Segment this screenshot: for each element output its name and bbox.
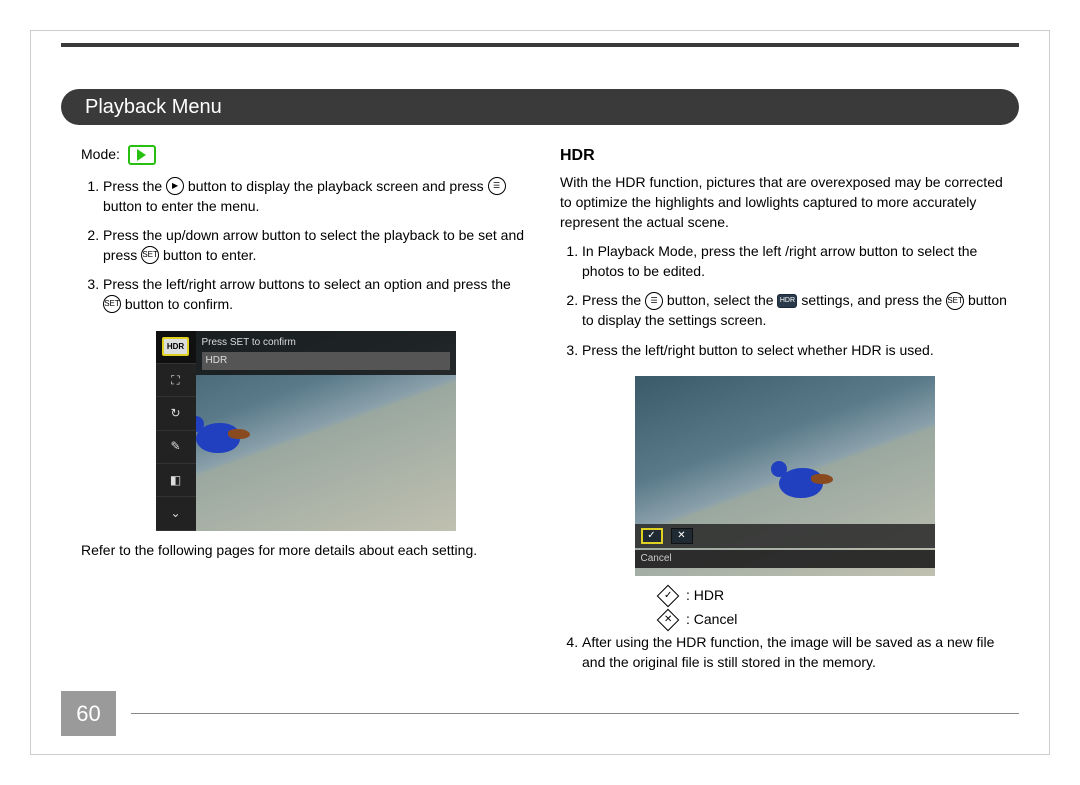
manual-page: Playback Menu Mode: Press the ▶ button t… <box>30 30 1050 755</box>
play-mode-icon <box>128 145 156 165</box>
right-steps-cont: After using the HDR function, the image … <box>560 633 1009 672</box>
page-number: 60 <box>61 691 116 736</box>
right-steps: In Playback Mode, press the left /right … <box>560 242 1009 360</box>
sidebar-item-adjust: ◧ <box>156 464 196 497</box>
sidebar-item-down: ⌄ <box>156 497 196 530</box>
text: Press the left/right arrow buttons to se… <box>103 276 511 292</box>
bird-illustration <box>196 423 240 453</box>
menu-button-icon: ☰ <box>645 292 663 310</box>
playback-menu-screenshot: HDR ⛶ ↻ ✎ ◧ ⌄ Press SET to confirm HDR <box>156 331 456 531</box>
set-button-icon: SET <box>141 246 159 264</box>
left-column: Mode: Press the ▶ button to display the … <box>81 145 530 684</box>
mode-row: Mode: <box>81 145 530 165</box>
confirm-text: Press SET to confirm <box>202 336 450 350</box>
text: button to confirm. <box>125 296 233 312</box>
footer-rule <box>131 713 1019 714</box>
left-step-2: Press the up/down arrow button to select… <box>103 226 530 265</box>
legend-cancel-label: : Cancel <box>686 610 737 630</box>
text: button to display the playback screen an… <box>188 178 488 194</box>
menu-sidebar: HDR ⛶ ↻ ✎ ◧ ⌄ <box>156 331 196 531</box>
hdr-select-screenshot: ✓ ✕ Cancel <box>635 376 935 576</box>
refer-text: Refer to the following pages for more de… <box>81 541 530 561</box>
hdr-badge: HDR <box>162 337 189 356</box>
option-bar: ✓ ✕ <box>635 524 935 548</box>
hdr-intro: With the HDR function, pictures that are… <box>560 173 1009 232</box>
cancel-label: Cancel <box>635 550 935 568</box>
content-columns: Mode: Press the ▶ button to display the … <box>81 145 1009 684</box>
option-cancel-x-icon: ✕ <box>671 528 693 544</box>
menu-button-icon: ☰ <box>488 177 506 195</box>
right-column: HDR With the HDR function, pictures that… <box>560 145 1009 684</box>
mode-label: Mode: <box>81 145 120 165</box>
legend-hdr: ✓ : HDR <box>660 586 1009 606</box>
sidebar-item-rotate: ↻ <box>156 397 196 430</box>
playback-button-icon: ▶ <box>166 177 184 195</box>
right-step-1: In Playback Mode, press the left /right … <box>582 242 1009 281</box>
x-diamond-icon: ✕ <box>657 608 680 631</box>
confirm-strip: Press SET to confirm HDR <box>196 331 456 375</box>
hdr-heading: HDR <box>560 145 1009 167</box>
legend-hdr-label: : HDR <box>686 586 724 606</box>
set-button-icon: SET <box>946 292 964 310</box>
check-diamond-icon: ✓ <box>657 585 680 608</box>
text: button, select the <box>667 292 778 308</box>
right-step-2: Press the ☰ button, select the HDR setti… <box>582 291 1009 330</box>
text: Press the <box>103 178 166 194</box>
left-steps: Press the ▶ button to display the playba… <box>81 177 530 315</box>
left-step-1: Press the ▶ button to display the playba… <box>103 177 530 216</box>
left-step-3: Press the left/right arrow buttons to se… <box>103 275 530 314</box>
top-rule <box>61 43 1019 47</box>
hdr-setting-icon: HDR <box>777 294 797 308</box>
text: button to enter. <box>163 247 256 263</box>
text: settings, and press the <box>801 292 946 308</box>
text: Press the <box>582 292 645 308</box>
legend-cancel: ✕ : Cancel <box>660 610 1009 630</box>
sidebar-item-resize: ⛶ <box>156 364 196 397</box>
hdr-row: HDR <box>202 352 450 370</box>
option-hdr-check-icon: ✓ <box>641 528 663 544</box>
right-step-3: Press the left/right button to select wh… <box>582 341 1009 361</box>
right-step-4: After using the HDR function, the image … <box>582 633 1009 672</box>
text: button to enter the menu. <box>103 198 259 214</box>
sidebar-item-hdr: HDR <box>156 331 196 364</box>
bird-illustration <box>779 468 823 498</box>
section-header: Playback Menu <box>61 89 1019 125</box>
sidebar-item-edit: ✎ <box>156 431 196 464</box>
set-button-icon: SET <box>103 295 121 313</box>
